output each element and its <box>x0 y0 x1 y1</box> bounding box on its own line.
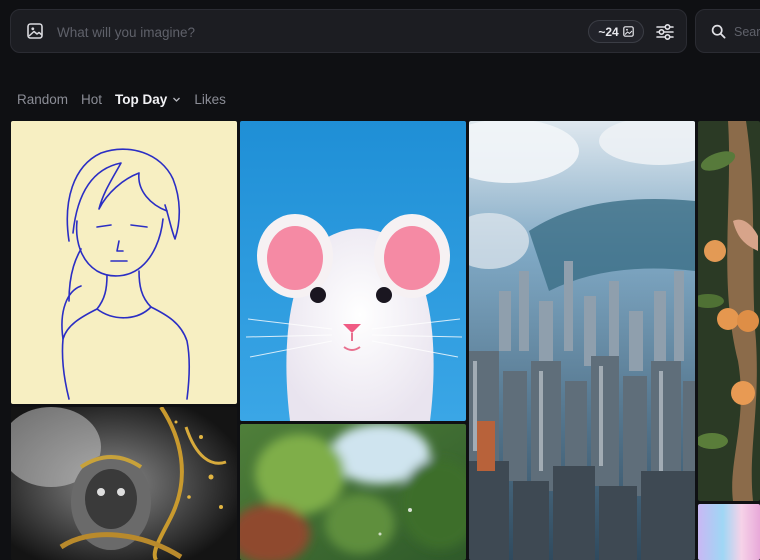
search-input[interactable] <box>732 20 760 44</box>
gallery-item-sketch-girl[interactable] <box>11 121 237 404</box>
tab-top-day[interactable]: Top Day <box>115 92 181 107</box>
gallery-count-icon <box>622 26 634 37</box>
gallery-item-city-aerial[interactable] <box>469 121 695 560</box>
gallery-item-white-mouse[interactable] <box>240 121 466 421</box>
gallery-item-fruit-tree[interactable] <box>698 121 760 501</box>
image-icon[interactable] <box>26 22 44 40</box>
image-count-label: ~24 <box>598 24 619 39</box>
prompt-input[interactable] <box>55 19 579 45</box>
sliders-icon[interactable] <box>655 22 675 42</box>
gallery-item-pastel-gradient[interactable] <box>698 504 760 560</box>
search-icon[interactable] <box>711 24 726 39</box>
tab-random[interactable]: Random <box>17 92 68 107</box>
tab-top-day-label: Top Day <box>115 91 168 107</box>
image-count-button[interactable]: ~24 <box>588 20 644 43</box>
gallery-item-blurred-foliage[interactable] <box>240 424 466 560</box>
tab-likes[interactable]: Likes <box>194 92 226 107</box>
gallery-item-monkey-king[interactable] <box>11 407 237 560</box>
chevron-down-icon <box>173 97 181 102</box>
tab-hot[interactable]: Hot <box>81 92 102 107</box>
search-bar <box>695 9 760 53</box>
prompt-bar: ~24 <box>10 9 687 53</box>
feed-tabs: Random Hot Top Day Likes <box>17 88 226 110</box>
